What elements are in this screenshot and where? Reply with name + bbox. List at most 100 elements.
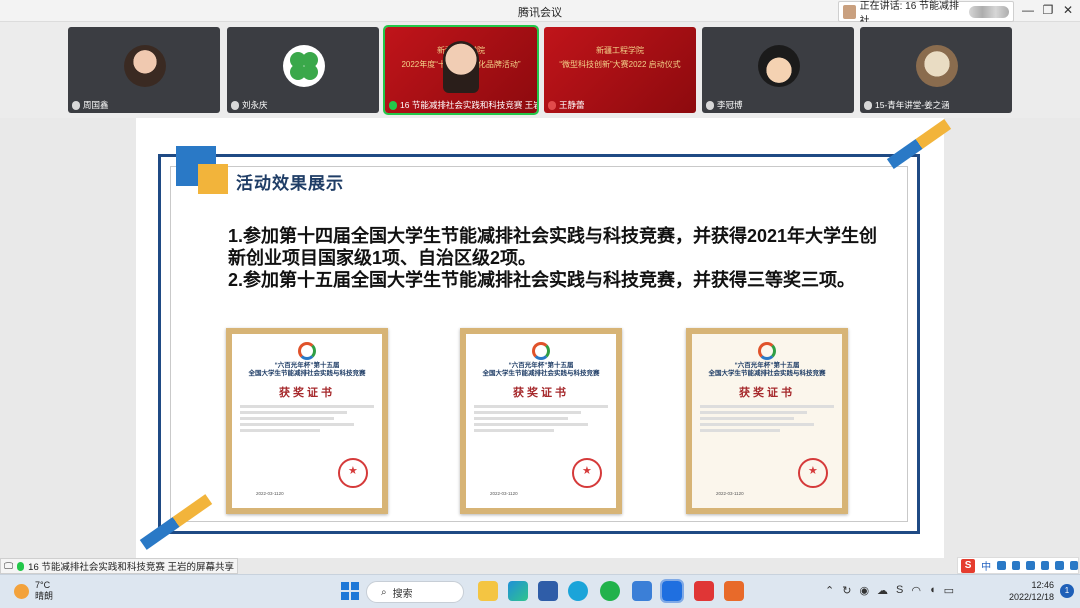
system-tray: ⌃ ↻ ◉ ☁ S ◠ ◖ ▭ bbox=[825, 584, 954, 597]
wps-icon[interactable] bbox=[694, 581, 714, 601]
title-bar: 腾讯会议 正在讲话: 16 节能减排社... — ❐ ✕ bbox=[0, 0, 1080, 27]
mic-on-icon bbox=[389, 100, 397, 110]
sogou-logo-icon[interactable]: S bbox=[961, 558, 976, 573]
tile-banner-text: “微型科技创新”大赛2022 启动仪式 bbox=[559, 60, 681, 69]
mic-off-icon bbox=[548, 100, 556, 110]
certificate-body bbox=[700, 405, 834, 432]
mail-icon[interactable] bbox=[632, 581, 652, 601]
participant-name: 李冠博 bbox=[717, 100, 743, 110]
tile-banner-text: 新疆工程学院 bbox=[596, 46, 644, 55]
voice-wave-icon bbox=[969, 5, 1009, 18]
competition-logo-icon bbox=[532, 342, 550, 360]
sync-icon[interactable]: ↻ bbox=[842, 584, 851, 597]
powerpoint-icon[interactable] bbox=[724, 581, 744, 601]
official-seal-icon bbox=[572, 458, 602, 488]
video-feed bbox=[443, 41, 479, 93]
battery-icon[interactable]: ▭ bbox=[944, 584, 954, 597]
cloud-icon[interactable]: ☁ bbox=[877, 584, 888, 597]
certificate-body bbox=[474, 405, 608, 432]
clock[interactable]: 12:46 2022/12/18 bbox=[1009, 579, 1054, 603]
certificate-header: 全国大学生节能减排社会实践与科技竞赛 bbox=[708, 370, 826, 377]
chevron-up-icon[interactable]: ⌃ bbox=[825, 584, 834, 597]
certificate-date: 2022-03-1120 bbox=[716, 491, 744, 496]
certificate-title: 获奖证书 bbox=[739, 387, 795, 399]
weather-condition: 晴朗 bbox=[35, 591, 54, 601]
microphone-icon[interactable] bbox=[1026, 561, 1035, 570]
participant-strip: 周国鑫 刘永庆 新疆工程学院 2022年度“十大校园文化品牌活动” 16 节能减… bbox=[0, 22, 1080, 118]
certificate-date: 2022-03-1120 bbox=[256, 491, 284, 496]
certificate-body bbox=[240, 405, 374, 432]
mic-muted-icon bbox=[864, 100, 872, 110]
participant-name: 王静蕾 bbox=[559, 100, 585, 110]
file-explorer-icon[interactable] bbox=[478, 581, 498, 601]
competition-logo-icon bbox=[298, 342, 316, 360]
certificate-image: “六百光年杯”第十五届 全国大学生节能减排社会实践与科技竞赛 获奖证书 2022… bbox=[226, 328, 388, 514]
ime-tray-icon[interactable]: S bbox=[896, 584, 903, 597]
windows-start-icon[interactable] bbox=[340, 581, 360, 601]
screen-share-area: 活动效果展示 1.参加第十四届全国大学生节能减排社会实践与科技竞赛，并获得202… bbox=[0, 118, 1080, 558]
certificate-image: “六百光年杯”第十五届 全国大学生节能减排社会实践与科技竞赛 获奖证书 2022… bbox=[686, 328, 848, 514]
skin-icon[interactable] bbox=[1069, 561, 1079, 570]
emoji-icon[interactable] bbox=[1011, 561, 1021, 570]
participant-tile[interactable]: 李冠博 bbox=[702, 27, 854, 113]
wifi-icon[interactable]: ◠ bbox=[911, 584, 921, 597]
slide-line-1: 1.参加第十四届全国大学生节能减排社会实践与科技竞赛，并获得2021年大学生创新… bbox=[228, 226, 878, 268]
notification-badge[interactable]: 1 bbox=[1060, 584, 1074, 598]
speaker-avatar bbox=[843, 4, 856, 19]
avatar bbox=[758, 45, 800, 87]
participant-name: 15-青年讲堂-姜之涵 bbox=[875, 100, 950, 110]
punctuation-icon[interactable] bbox=[997, 561, 1006, 570]
search-label: 搜索 bbox=[392, 588, 413, 600]
close-button[interactable]: ✕ bbox=[1056, 3, 1080, 17]
certificate-date: 2022-03-1120 bbox=[490, 491, 518, 496]
shared-slide: 活动效果展示 1.参加第十四届全国大学生节能减排社会实践与科技竞赛，并获得202… bbox=[136, 118, 952, 558]
wechat-icon[interactable] bbox=[600, 581, 620, 601]
certificate-header: 全国大学生节能减排社会实践与科技竞赛 bbox=[482, 370, 600, 377]
sun-icon bbox=[14, 583, 29, 599]
screen-icon: 🖵 bbox=[4, 560, 14, 572]
participant-name: 周国鑫 bbox=[83, 100, 109, 110]
slide-content: 1.参加第十四届全国大学生节能减排社会实践与科技竞赛，并获得2021年大学生创新… bbox=[228, 225, 888, 291]
edge-browser-icon[interactable] bbox=[508, 581, 528, 601]
store-icon[interactable] bbox=[538, 581, 558, 601]
certificate-header: 全国大学生节能减排社会实践与科技竞赛 bbox=[248, 370, 366, 377]
official-seal-icon bbox=[338, 458, 368, 488]
mic-muted-icon bbox=[231, 100, 239, 110]
participant-tile[interactable]: 15-青年讲堂-姜之涵 bbox=[860, 27, 1012, 113]
browser-icon[interactable] bbox=[568, 581, 588, 601]
clover-icon bbox=[290, 52, 318, 80]
certificate-header: “六百光年杯”第十五届 bbox=[734, 362, 800, 369]
participant-tile-speaking[interactable]: 新疆工程学院 2022年度“十大校园文化品牌活动” 16 节能减排社会实践和科技… bbox=[383, 25, 539, 115]
certificate-title: 获奖证书 bbox=[279, 387, 335, 399]
avatar bbox=[124, 45, 166, 87]
screen-share-text: 16 节能减排社会实践和科技竞赛 王岩的屏幕共享 bbox=[28, 562, 235, 573]
participant-tile[interactable]: 周国鑫 bbox=[68, 27, 220, 113]
mic-on-icon bbox=[17, 561, 25, 571]
security-icon[interactable]: ◉ bbox=[859, 584, 869, 597]
active-speaker-indicator[interactable]: 正在讲话: 16 节能减排社... bbox=[838, 1, 1014, 27]
participant-tile[interactable]: 新疆工程学院 “微型科技创新”大赛2022 启动仪式 王静蕾 bbox=[544, 27, 696, 113]
keyboard-icon[interactable] bbox=[1040, 561, 1050, 570]
competition-logo-icon bbox=[758, 342, 776, 360]
avatar bbox=[916, 45, 958, 87]
taskbar-search[interactable]: ⌕ 搜索 bbox=[366, 581, 464, 603]
mic-muted-icon bbox=[706, 100, 714, 110]
tencent-meeting-icon[interactable] bbox=[660, 579, 684, 603]
certificate-title: 获奖证书 bbox=[513, 387, 569, 399]
clock-date: 2022/12/18 bbox=[1008, 592, 1054, 602]
grid-icon[interactable] bbox=[1055, 561, 1064, 570]
volume-icon[interactable]: ◖ bbox=[929, 584, 936, 597]
taskbar: 7°C 晴朗 ⌕ 搜索 ⌃ ↻ ◉ ☁ S ◠ ◖ ▭ 12:46 2022/1… bbox=[0, 574, 1080, 608]
decor-square-gold bbox=[198, 164, 228, 194]
weather-widget[interactable]: 7°C 晴朗 bbox=[14, 580, 53, 602]
participant-name: 16 节能减排社会实践和科技竞赛 王岩 bbox=[400, 100, 537, 110]
certificate-header: “六百光年杯”第十五届 bbox=[508, 362, 574, 369]
certificate-image: “六百光年杯”第十五届 全国大学生节能减排社会实践与科技竞赛 获奖证书 2022… bbox=[460, 328, 622, 514]
participant-tile[interactable]: 刘永庆 bbox=[227, 27, 379, 113]
screen-share-label[interactable]: 🖵 16 节能减排社会实践和科技竞赛 王岩的屏幕共享 bbox=[0, 558, 238, 574]
search-icon: ⌕ bbox=[381, 586, 387, 598]
certificate-header: “六百光年杯”第十五届 bbox=[274, 362, 340, 369]
mic-muted-icon bbox=[72, 100, 80, 110]
ime-toolbar[interactable]: S 中 bbox=[957, 557, 1079, 574]
ime-mode[interactable]: 中 bbox=[981, 558, 991, 573]
